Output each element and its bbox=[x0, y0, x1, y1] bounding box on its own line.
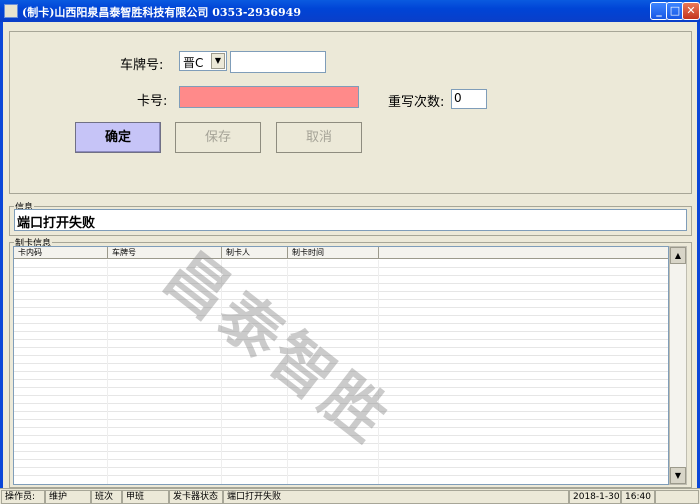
vertical-scrollbar[interactable]: ▲ ▼ bbox=[669, 246, 687, 485]
table-row[interactable] bbox=[14, 308, 668, 316]
save-button[interactable]: 保存 bbox=[175, 122, 261, 153]
column-divider bbox=[107, 260, 108, 484]
plate-label: 车牌号: bbox=[120, 58, 164, 73]
app-icon bbox=[4, 4, 18, 18]
plate-number-input[interactable] bbox=[230, 51, 326, 73]
column-header-issue-time[interactable]: 制卡时间 bbox=[288, 247, 379, 259]
chevron-down-icon[interactable]: ▼ bbox=[211, 53, 225, 69]
table-row[interactable] bbox=[14, 316, 668, 324]
window-title: (制卡)山西阳泉昌泰智胜科技有限公司 0353-2936949 bbox=[22, 6, 301, 19]
scroll-up-icon[interactable]: ▲ bbox=[670, 247, 686, 264]
status-date: 2018-1-30 bbox=[569, 490, 621, 504]
table-row[interactable] bbox=[14, 292, 668, 300]
reader-status-value: 端口打开失败 bbox=[223, 490, 569, 504]
table-row[interactable] bbox=[14, 268, 668, 276]
title-bar[interactable]: (制卡)山西阳泉昌泰智胜科技有限公司 0353-2936949 _ □ ✕ bbox=[0, 0, 700, 22]
info-message: 端口打开失败 bbox=[14, 209, 687, 231]
close-button[interactable]: ✕ bbox=[682, 2, 700, 20]
cancel-button[interactable]: 取消 bbox=[276, 122, 362, 153]
plate-prefix-select[interactable]: 晋C ▼ bbox=[179, 51, 227, 71]
status-time: 16:40 bbox=[621, 490, 655, 504]
operator-value: 维护 bbox=[45, 490, 91, 504]
table-row[interactable] bbox=[14, 260, 668, 268]
table-row[interactable] bbox=[14, 300, 668, 308]
table-row[interactable] bbox=[14, 284, 668, 292]
table-row[interactable] bbox=[14, 324, 668, 332]
reader-status-label: 发卡器状态 bbox=[169, 490, 223, 504]
operator-label: 操作员: bbox=[1, 490, 45, 504]
status-filler bbox=[655, 490, 699, 504]
table-row[interactable] bbox=[14, 460, 668, 468]
column-header-filler bbox=[379, 247, 668, 259]
form-panel bbox=[9, 31, 692, 194]
plate-prefix-value: 晋C bbox=[183, 56, 204, 70]
shift-value: 甲班 bbox=[122, 490, 169, 504]
shift-label: 班次 bbox=[91, 490, 122, 504]
rewrite-label: 重写次数: bbox=[388, 95, 445, 110]
scroll-down-icon[interactable]: ▼ bbox=[670, 467, 686, 484]
card-number-input[interactable] bbox=[179, 86, 359, 108]
table-row[interactable] bbox=[14, 276, 668, 284]
rewrite-count-input[interactable]: 0 bbox=[451, 89, 487, 109]
table-row[interactable] bbox=[14, 468, 668, 476]
ok-button[interactable]: 确定 bbox=[75, 122, 161, 153]
table-row[interactable] bbox=[14, 452, 668, 460]
status-bar: 操作员: 维护 班次 甲班 发卡器状态 端口打开失败 2018-1-30 16:… bbox=[0, 488, 700, 504]
list-header: 卡内码 车牌号 制卡人 制卡时间 bbox=[14, 247, 668, 259]
column-header-card-code[interactable]: 卡内码 bbox=[14, 247, 108, 259]
card-label: 卡号: bbox=[137, 94, 168, 109]
